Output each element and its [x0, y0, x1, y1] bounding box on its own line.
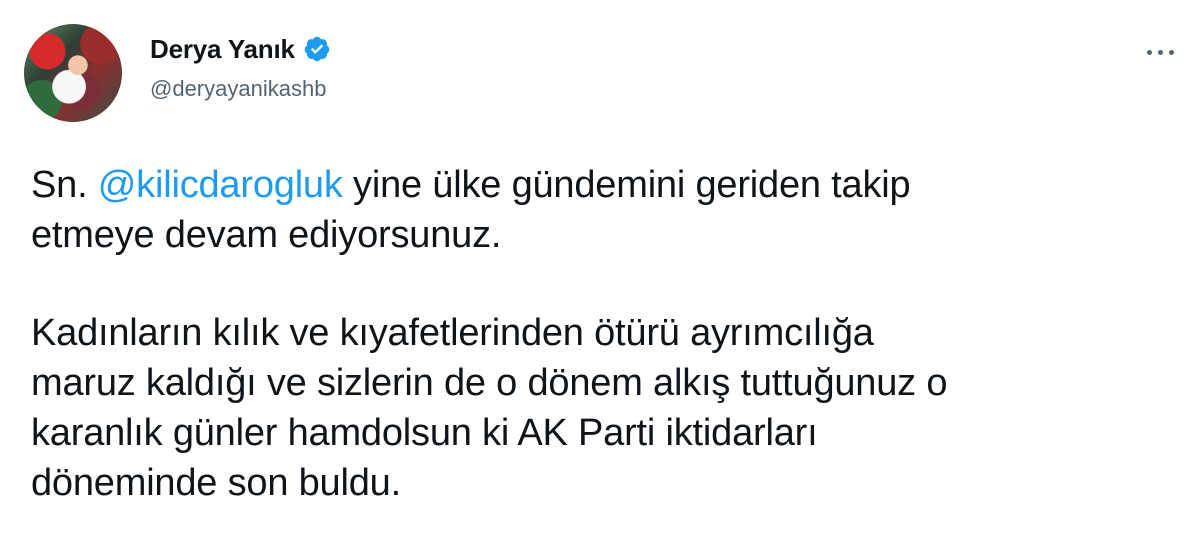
author-handle[interactable]: @deryayanikashb	[150, 76, 326, 102]
tweet-line-suffix: yine ülke gündemini geriden takip	[342, 164, 911, 206]
tweet-line: Kadınların kılık ve kıyafetlerinden ötür…	[31, 312, 874, 354]
tweet-prefix: Sn.	[31, 164, 98, 206]
more-options-icon-dot	[1157, 49, 1163, 55]
tweet-text: Sn. @kilicdarogluk yine ülke gündemini g…	[31, 160, 1166, 508]
tweet-line: maruz kaldığı ve sizlerin de o dönem alk…	[31, 362, 948, 404]
tweet-line: etmeye devam ediyorsunuz.	[31, 214, 502, 256]
profile-avatar[interactable]	[24, 24, 122, 122]
tweet-card: Derya Yanık @deryayanikashb Sn. @kilicda…	[0, 0, 1200, 542]
author-name-row: Derya Yanık	[150, 34, 331, 64]
tweet-line: Sn. @kilicdarogluk yine ülke gündemini g…	[31, 160, 1166, 210]
verified-badge-icon	[304, 36, 330, 62]
more-options-icon-dot	[1168, 49, 1174, 55]
tweet-line: döneminde son buldu.	[31, 462, 401, 504]
more-options-icon	[1146, 49, 1152, 55]
more-options-button[interactable]	[1140, 38, 1180, 66]
tweet-line: karanlık günler hamdolsun ki AK Parti ik…	[31, 412, 818, 454]
author-display-name[interactable]: Derya Yanık	[150, 34, 295, 64]
mention-link[interactable]: @kilicdarogluk	[98, 164, 343, 206]
